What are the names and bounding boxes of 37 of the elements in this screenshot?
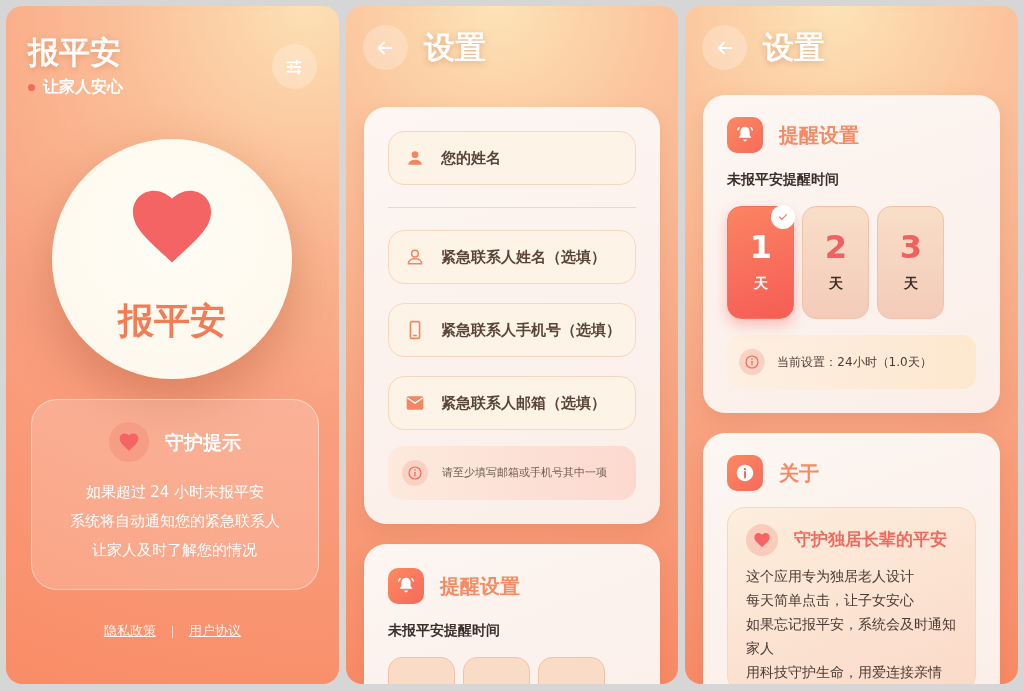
info-icon bbox=[743, 353, 762, 371]
tip-text: 系统将自动通知您的紧急联系人 bbox=[68, 511, 281, 533]
screen-title: 设置 bbox=[763, 28, 826, 67]
section-title: 提醒设置 bbox=[439, 573, 520, 600]
back-button[interactable] bbox=[362, 25, 408, 70]
about-text: 如果忘记报平安，系统会及时通知家人 bbox=[746, 615, 957, 658]
reminder-label: 未报平安提醒时间 bbox=[727, 170, 841, 189]
day-option[interactable]: 1 天 bbox=[727, 206, 795, 319]
about-title: 守护独居长辈的平安 bbox=[794, 528, 948, 552]
check-in-button[interactable]: 报平安 bbox=[52, 139, 293, 380]
input-field[interactable]: 紧急联系人姓名（选填） bbox=[387, 230, 637, 284]
about-text: 用科技守护生命，用爱连接亲情 bbox=[746, 663, 944, 682]
back-button[interactable] bbox=[702, 25, 748, 70]
day-option[interactable]: 3 天 bbox=[877, 206, 945, 319]
tip-text: 如果超过 24 小时未报平安 bbox=[84, 482, 266, 504]
hint-text: 请至少填写邮箱或手机号其中一项 bbox=[441, 464, 607, 481]
settings-button[interactable] bbox=[271, 44, 317, 89]
footer-link[interactable]: 隐私政策 bbox=[103, 622, 156, 641]
tip-title: 守护提示 bbox=[164, 429, 241, 455]
input-field[interactable]: 紧急联系人邮箱（选填） bbox=[387, 376, 637, 430]
input-field[interactable]: 紧急联系人手机号（选填） bbox=[387, 303, 637, 357]
screen-title: 设置 bbox=[423, 28, 486, 67]
current-setting-text: 当前设置：24小时（1.0天） bbox=[777, 354, 932, 371]
day-option[interactable]: 2 天 bbox=[802, 206, 870, 319]
tip-text: 让家人及时了解您的情况 bbox=[91, 540, 259, 562]
heart-icon bbox=[753, 531, 772, 549]
info-icon bbox=[405, 464, 424, 482]
section-title: 关于 bbox=[779, 460, 820, 487]
reminder-label: 未报平安提醒时间 bbox=[387, 621, 501, 640]
about-text: 这个应用专为独居老人设计 bbox=[746, 567, 916, 586]
section-title: 提醒设置 bbox=[779, 122, 860, 149]
about-text: 每天简单点击，让子女安心 bbox=[746, 591, 916, 610]
status-dot bbox=[28, 83, 35, 91]
app-title: 报平安 bbox=[28, 34, 122, 72]
input-field[interactable]: 您的姓名 bbox=[387, 131, 637, 185]
app-subtitle: 让家人安心 bbox=[43, 76, 123, 99]
footer-link[interactable]: 用户协议 bbox=[188, 622, 241, 641]
